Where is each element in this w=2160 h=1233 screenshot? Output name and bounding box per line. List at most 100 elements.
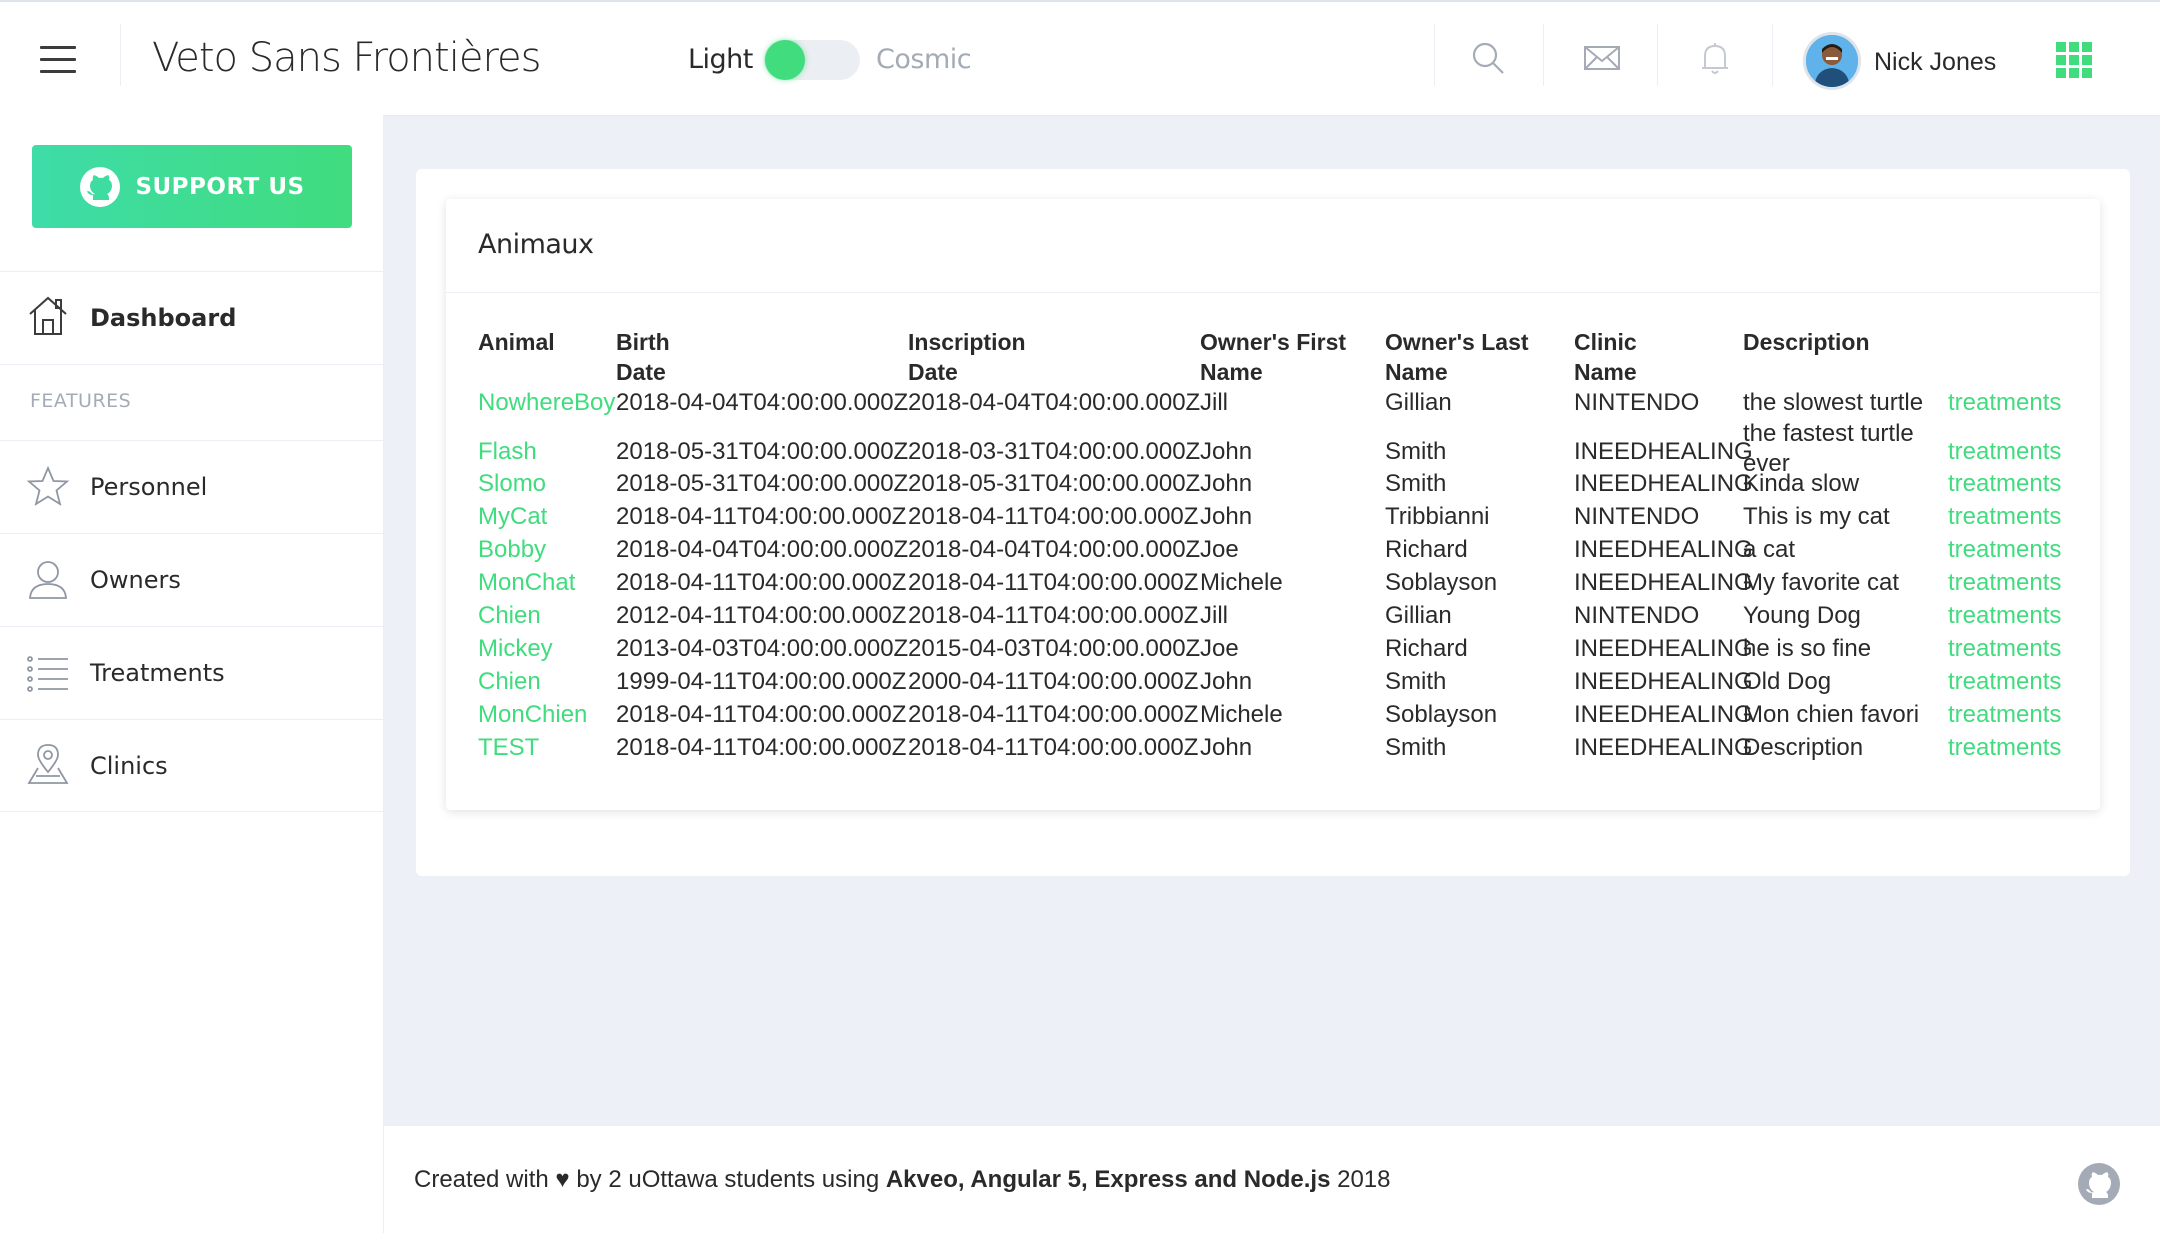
description-cell: My favorite cat <box>1743 569 1900 596</box>
birth-date-cell: 2013-04-03T04:00:00.000Z <box>616 635 909 662</box>
birth-date-cell: 2018-04-04T04:00:00.000Z <box>616 536 909 563</box>
animal-name-link[interactable]: Chien <box>478 667 541 697</box>
treatments-link[interactable]: treatments <box>1948 733 2061 763</box>
top-header: Veto Sans Frontières Light Cosmic Nick J… <box>0 0 2160 115</box>
support-us-label: SUPPORT US <box>135 173 305 200</box>
description-cell: Young Dog <box>1743 602 1861 629</box>
home-icon <box>29 296 67 335</box>
sidebar-item-label: Clinics <box>90 751 168 780</box>
card-title: Animaux <box>478 229 594 260</box>
card-divider <box>446 292 2100 293</box>
column-header-clinic-name: Clinic Name <box>1574 329 1637 385</box>
treatments-link[interactable]: treatments <box>1948 601 2061 631</box>
user-avatar[interactable] <box>1803 32 1861 90</box>
birth-date-cell: 2018-04-11T04:00:00.000Z <box>616 701 907 728</box>
inscription-date-cell: 2018-04-11T04:00:00.000Z <box>908 602 1199 629</box>
inscription-date-cell: 2018-05-31T04:00:00.000Z <box>908 470 1201 497</box>
sidebar-item-personnel[interactable]: Personnel <box>0 440 384 533</box>
animal-name-link[interactable]: Flash <box>478 437 537 467</box>
owner-first-name-cell: Joe <box>1200 635 1239 662</box>
animal-name-link[interactable]: TEST <box>478 733 539 763</box>
sidebar-item-label: Dashboard <box>90 304 237 332</box>
owner-first-name-cell: John <box>1200 668 1253 695</box>
treatments-link[interactable]: treatments <box>1948 568 2061 598</box>
owner-first-name-cell: Michele <box>1200 569 1283 596</box>
clinic-name-cell: NINTENDO <box>1574 389 1700 416</box>
app-title[interactable]: Veto Sans Frontières <box>152 35 541 81</box>
description-cell: a cat <box>1743 536 1796 563</box>
animal-name-link[interactable]: NowhereBoy <box>478 388 615 418</box>
support-us-button[interactable]: SUPPORT US <box>32 145 352 228</box>
treatments-link[interactable]: treatments <box>1948 634 2061 664</box>
animal-name-link[interactable]: MonChien <box>478 700 587 730</box>
clinic-name-cell: INEEDHEALING <box>1574 536 1753 563</box>
animal-name-link[interactable]: Chien <box>478 601 541 631</box>
inscription-date-cell: 2018-04-11T04:00:00.000Z <box>908 701 1199 728</box>
animals-card: Animaux Animal Birth Date Inscription Da… <box>446 199 2100 810</box>
birth-date-cell: 2018-05-31T04:00:00.000Z <box>616 470 909 497</box>
owner-first-name-cell: Michele <box>1200 701 1283 728</box>
treatments-link[interactable]: treatments <box>1948 469 2061 499</box>
sidebar-item-owners[interactable]: Owners <box>0 533 384 626</box>
treatments-link[interactable]: treatments <box>1948 502 2061 532</box>
owner-last-name-cell: Smith <box>1385 668 1447 695</box>
description-cell: the slowest turtle <box>1743 389 1924 416</box>
github-icon[interactable] <box>2077 1162 2121 1206</box>
owner-last-name-cell: Tribbianni <box>1385 503 1490 530</box>
animal-name-link[interactable]: MonChat <box>478 568 575 598</box>
apps-grid-icon[interactable] <box>2056 42 2092 78</box>
footer-tech: Akveo, Angular 5, Express and Node.js <box>885 1166 1331 1193</box>
bell-icon[interactable] <box>1695 38 1735 78</box>
owner-first-name-cell: John <box>1200 470 1253 497</box>
treatments-link[interactable]: treatments <box>1948 437 2061 467</box>
inscription-date-cell: 2018-04-11T04:00:00.000Z <box>908 503 1199 530</box>
owner-last-name-cell: Gillian <box>1385 602 1452 629</box>
clinic-name-cell: INEEDHEALING <box>1574 438 1753 465</box>
animal-name-link[interactable]: Mickey <box>478 634 553 664</box>
clinic-name-cell: NINTENDO <box>1574 602 1700 629</box>
description-cell: Mon chien favori <box>1743 701 1920 728</box>
github-icon <box>80 166 121 207</box>
user-name[interactable]: Nick Jones <box>1874 48 1996 77</box>
inscription-date-cell: 2000-04-11T04:00:00.000Z <box>908 668 1199 695</box>
star-icon <box>26 465 70 506</box>
owner-last-name-cell: Richard <box>1385 635 1468 662</box>
animal-name-link[interactable]: Slomo <box>478 469 546 499</box>
column-header-owner-first-name: Owner's First Name <box>1200 329 1347 385</box>
sidebar-item-treatments[interactable]: Treatments <box>0 626 384 719</box>
inscription-date-cell: 2018-04-11T04:00:00.000Z <box>908 734 1199 761</box>
menu-toggle-icon[interactable] <box>40 46 76 74</box>
theme-toggle-switch[interactable] <box>764 40 860 80</box>
animal-name-link[interactable]: MyCat <box>478 502 547 532</box>
animal-name-link[interactable]: Bobby <box>478 535 546 565</box>
search-icon[interactable] <box>1468 38 1508 78</box>
treatments-link[interactable]: treatments <box>1948 700 2061 730</box>
inscription-date-cell: 2018-04-11T04:00:00.000Z <box>908 569 1199 596</box>
owner-last-name-cell: Smith <box>1385 734 1447 761</box>
treatments-link[interactable]: treatments <box>1948 667 2061 697</box>
theme-cosmic-label: Cosmic <box>876 44 972 75</box>
sidebar-item-clinics[interactable]: Clinics <box>0 719 384 812</box>
column-header-owner-last-name: Owner's Last Name <box>1385 329 1529 385</box>
birth-date-cell: 2018-04-04T04:00:00.000Z <box>616 389 909 416</box>
column-header-inscription-date: Inscription Date <box>908 329 1026 385</box>
footer-credits: Created with ♥ by 2 uOttawa students usi… <box>414 1166 1391 1194</box>
footer-year: 2018 <box>1330 1166 1391 1193</box>
treatments-link[interactable]: treatments <box>1948 535 2061 565</box>
mail-icon[interactable] <box>1582 38 1622 78</box>
treatments-link[interactable]: treatments <box>1948 388 2061 418</box>
birth-date-cell: 2018-04-11T04:00:00.000Z <box>616 503 907 530</box>
clinic-name-cell: INEEDHEALING <box>1574 734 1753 761</box>
description-cell: Old Dog <box>1743 668 1832 695</box>
description-cell: he is so fine <box>1743 635 1872 662</box>
description-cell: Description <box>1743 734 1864 761</box>
header-divider <box>1657 24 1658 86</box>
clinic-name-cell: INEEDHEALING <box>1574 668 1753 695</box>
owner-last-name-cell: Soblayson <box>1385 569 1498 596</box>
sidebar-item-dashboard[interactable]: Dashboard <box>0 271 384 364</box>
owner-last-name-cell: Soblayson <box>1385 701 1498 728</box>
clinic-name-cell: INEEDHEALING <box>1574 635 1753 662</box>
birth-date-cell: 2012-04-11T04:00:00.000Z <box>616 602 907 629</box>
inscription-date-cell: 2018-04-04T04:00:00.000Z <box>908 389 1201 416</box>
inscription-date-cell: 2015-04-03T04:00:00.000Z <box>908 635 1201 662</box>
